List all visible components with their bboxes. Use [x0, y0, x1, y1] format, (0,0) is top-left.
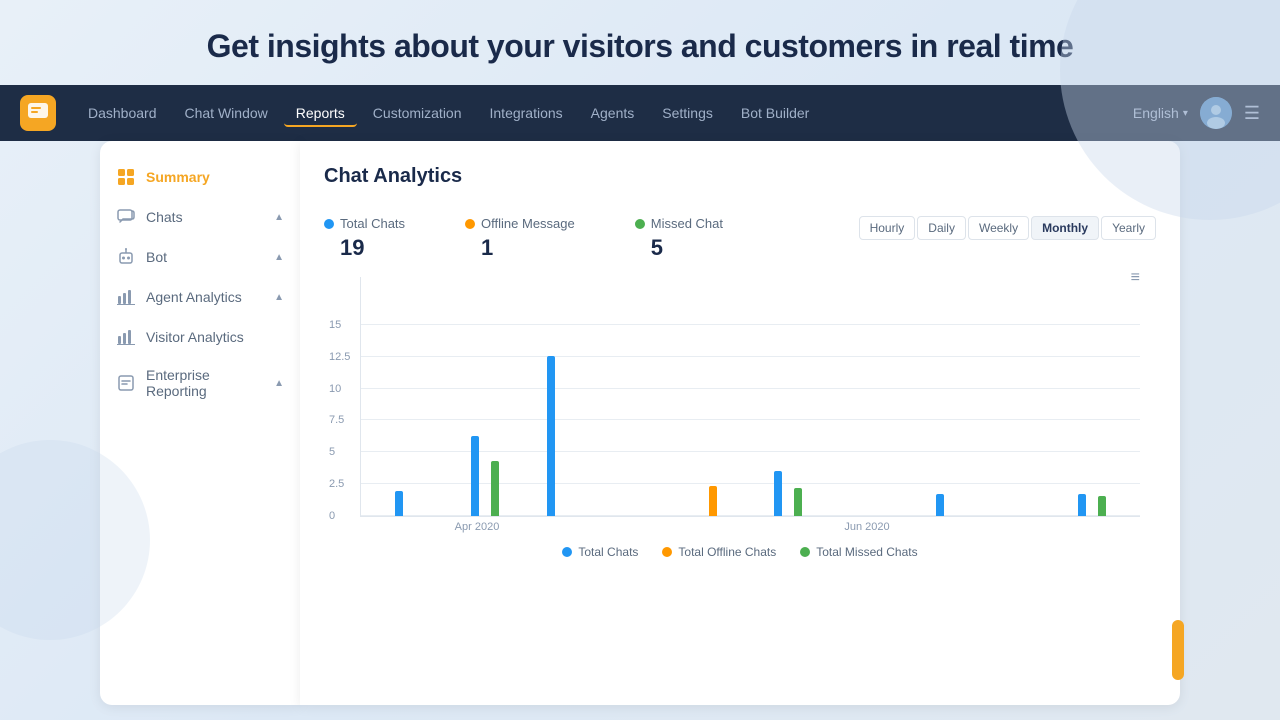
bar-group-3	[523, 356, 599, 516]
agent-analytics-icon	[116, 287, 136, 307]
x-label-empty4	[1062, 521, 1140, 533]
sidebar-label-enterprise-reporting: Enterprise Reporting	[146, 367, 264, 399]
bar-group-8	[902, 494, 978, 516]
filter-hourly[interactable]: Hourly	[859, 216, 916, 240]
sidebar-item-summary[interactable]: Summary	[100, 157, 300, 197]
x-label-empty1	[594, 521, 672, 533]
legend-dot-orange	[662, 547, 672, 557]
chart-legend: Total Chats Total Offline Chats Total Mi…	[324, 545, 1156, 559]
sidebar: Summary Chats ▲	[100, 141, 300, 705]
stat-label-text-missed: Missed Chat	[651, 216, 723, 231]
content-title: Chat Analytics	[324, 165, 462, 188]
legend-offline-chats: Total Offline Chats	[662, 545, 776, 559]
legend-label-missed: Total Missed Chats	[816, 545, 917, 559]
bar-blue-2	[471, 436, 479, 516]
filter-yearly[interactable]: Yearly	[1101, 216, 1156, 240]
legend-total-chats: Total Chats	[562, 545, 638, 559]
stat-missed-chat: Missed Chat 5	[635, 216, 723, 261]
orange-accent	[1172, 620, 1184, 680]
nav-customization[interactable]: Customization	[361, 99, 474, 127]
stat-value-chats: 19	[324, 235, 405, 261]
stat-value-missed: 5	[635, 235, 723, 261]
nav-reports[interactable]: Reports	[284, 99, 357, 127]
stat-label-missed: Missed Chat	[635, 216, 723, 231]
stat-total-chats: Total Chats 19	[324, 216, 405, 261]
bar-green-6	[794, 488, 802, 516]
x-label-jun: Jun 2020	[750, 521, 984, 533]
bar-green-10	[1098, 496, 1106, 516]
stat-label-total-chats: Total Chats	[324, 216, 405, 231]
sidebar-item-agent-analytics[interactable]: Agent Analytics ▲	[100, 277, 300, 317]
nav-dashboard[interactable]: Dashboard	[76, 99, 169, 127]
bar-group-2	[447, 436, 523, 516]
nav-bot-builder[interactable]: Bot Builder	[729, 99, 821, 127]
stats-row: Total Chats 19 Offline Message 1 Missed …	[324, 216, 1156, 261]
bar-blue-6	[774, 471, 782, 516]
chart-area: ≡ 15 12.5 10 7.5 5 2.5 0	[360, 277, 1140, 517]
legend-label-chats: Total Chats	[578, 545, 638, 559]
filter-weekly[interactable]: Weekly	[968, 216, 1029, 240]
bars	[361, 277, 1140, 516]
sidebar-item-chats[interactable]: Chats ▲	[100, 197, 300, 237]
sidebar-label-visitor-analytics: Visitor Analytics	[146, 329, 284, 345]
stat-dot-blue	[324, 219, 334, 229]
chats-icon	[116, 207, 136, 227]
bar-group-6	[751, 471, 827, 516]
x-label-empty2	[672, 521, 750, 533]
main-container: Summary Chats ▲	[100, 141, 1180, 705]
time-filter: Hourly Daily Weekly Monthly Yearly	[859, 216, 1156, 240]
summary-icon	[116, 167, 136, 187]
stat-label-text-offline: Offline Message	[481, 216, 575, 231]
content-area: Chat Analytics Total Chats 19 Offline Me…	[300, 141, 1180, 705]
chart-container: ≡ 15 12.5 10 7.5 5 2.5 0	[324, 277, 1156, 557]
bar-group-1	[371, 491, 447, 516]
legend-missed-chats: Total Missed Chats	[800, 545, 917, 559]
sidebar-item-bot[interactable]: Bot ▲	[100, 237, 300, 277]
bar-blue-3	[547, 356, 555, 516]
stat-dot-orange	[465, 219, 475, 229]
sidebar-label-agent-analytics: Agent Analytics	[146, 289, 264, 305]
sidebar-item-visitor-analytics[interactable]: Visitor Analytics	[100, 317, 300, 357]
stat-label-text-chats: Total Chats	[340, 216, 405, 231]
filter-monthly[interactable]: Monthly	[1031, 216, 1099, 240]
x-labels: Apr 2020 Jun 2020	[360, 521, 1140, 533]
legend-dot-green	[800, 547, 810, 557]
filter-daily[interactable]: Daily	[917, 216, 966, 240]
logo-icon	[20, 95, 56, 131]
bar-group-10	[1054, 494, 1130, 516]
bot-icon	[116, 247, 136, 267]
nav-agents[interactable]: Agents	[579, 99, 647, 127]
nav-chat-window[interactable]: Chat Window	[173, 99, 280, 127]
nav-integrations[interactable]: Integrations	[478, 99, 575, 127]
bar-blue-8	[936, 494, 944, 516]
bar-blue-10	[1078, 494, 1086, 516]
sidebar-label-summary: Summary	[146, 169, 284, 185]
stat-offline-message: Offline Message 1	[465, 216, 575, 261]
chevron-up-icon-enterprise: ▲	[274, 378, 284, 389]
visitor-analytics-icon	[116, 327, 136, 347]
bar-blue-1	[395, 491, 403, 516]
sidebar-label-bot: Bot	[146, 249, 264, 265]
x-label-empty3	[984, 521, 1062, 533]
x-label-apr: Apr 2020	[360, 521, 594, 533]
legend-dot-blue	[562, 547, 572, 557]
sidebar-label-chats: Chats	[146, 209, 264, 225]
legend-label-offline: Total Offline Chats	[678, 545, 776, 559]
stat-value-offline: 1	[465, 235, 575, 261]
bar-group-5	[675, 486, 751, 516]
sidebar-item-enterprise-reporting[interactable]: Enterprise Reporting ▲	[100, 357, 300, 409]
bar-green-2	[491, 461, 499, 516]
chevron-up-icon: ▲	[274, 212, 284, 223]
nav-settings[interactable]: Settings	[650, 99, 725, 127]
logo[interactable]	[20, 95, 56, 131]
bar-orange-5	[709, 486, 717, 516]
chevron-up-icon-agent: ▲	[274, 292, 284, 303]
chevron-up-icon-bot: ▲	[274, 252, 284, 263]
enterprise-reporting-icon	[116, 373, 136, 393]
stat-dot-green	[635, 219, 645, 229]
stat-label-offline: Offline Message	[465, 216, 575, 231]
